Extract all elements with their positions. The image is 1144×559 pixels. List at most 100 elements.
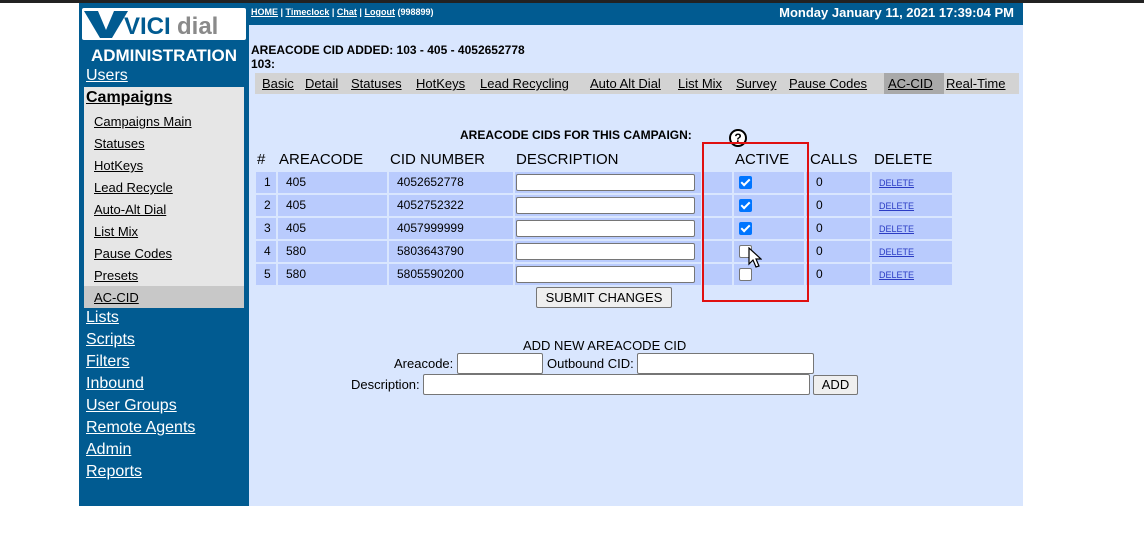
cell-num: 5 — [264, 267, 271, 281]
table-cell: 405 — [278, 172, 387, 193]
table-cell: 580 — [278, 264, 387, 285]
table-cell: 0 — [806, 195, 870, 216]
description-field[interactable] — [516, 174, 695, 191]
submenu-list-mix[interactable]: List Mix — [94, 224, 138, 239]
tab-ac-cid[interactable]: AC-CID — [888, 76, 933, 91]
description-field[interactable] — [516, 243, 695, 260]
tab-real-time[interactable]: Real-Time — [946, 76, 1005, 91]
table-cell: 5 — [256, 264, 276, 285]
tab-auto-alt-dial[interactable]: Auto Alt Dial — [590, 76, 661, 91]
campaign-id-label: 103: — [251, 57, 276, 71]
user-id: (998899) — [397, 7, 434, 17]
status-message: AREACODE CID ADDED: 103 - 405 - 40526527… — [251, 43, 525, 57]
table-cell: 405 — [278, 195, 387, 216]
sidebar-item-user-groups[interactable]: User Groups — [86, 397, 177, 415]
tab-hotkeys[interactable]: HotKeys — [416, 76, 465, 91]
header-links: HOME | Timeclock | Chat | Logout (998899… — [251, 7, 434, 17]
sidebar-item-admin[interactable]: Admin — [86, 441, 131, 459]
outbound-cid-label: Outbound CID: — [547, 356, 634, 371]
column-header-delete: DELETE — [874, 151, 933, 168]
column-header-calls: CALLS — [810, 151, 858, 168]
submenu-ac-cid[interactable]: AC-CID — [94, 290, 139, 305]
cell-num: 3 — [264, 221, 271, 235]
description-input[interactable] — [423, 374, 810, 395]
home-link[interactable]: HOME — [251, 7, 278, 17]
header-datetime: Monday January 11, 2021 17:39:04 PM — [779, 5, 1014, 20]
sidebar-item-scripts[interactable]: Scripts — [86, 331, 135, 349]
delete-link[interactable]: DELETE — [879, 247, 914, 257]
description-field[interactable] — [516, 197, 695, 214]
areacode-label: Areacode: — [394, 356, 454, 371]
table-cell: 5805590200 — [389, 264, 513, 285]
tab-list-mix[interactable]: List Mix — [678, 76, 722, 91]
submenu-auto-alt-dial[interactable]: Auto-Alt Dial — [94, 202, 166, 217]
cell-areacode: 580 — [286, 267, 307, 281]
timeclock-link[interactable]: Timeclock — [286, 7, 330, 17]
submenu-pause-codes[interactable]: Pause Codes — [94, 246, 172, 261]
cell-areacode: 580 — [286, 244, 307, 258]
delete-link[interactable]: DELETE — [879, 270, 914, 280]
svg-text:VICI: VICI — [124, 13, 171, 40]
cell-cid: 5803643790 — [397, 244, 464, 258]
logout-link[interactable]: Logout — [364, 7, 395, 17]
active-column-highlight — [702, 142, 809, 302]
column-header-description: DESCRIPTION — [516, 151, 619, 168]
delete-link[interactable]: DELETE — [879, 201, 914, 211]
submenu-hotkeys[interactable]: HotKeys — [94, 158, 143, 173]
vicidial-logo[interactable]: VICI dial — [82, 8, 246, 40]
sidebar-item-campaigns[interactable]: Campaigns — [86, 89, 172, 107]
submenu-presets[interactable]: Presets — [94, 268, 138, 283]
sidebar-item-users[interactable]: Users — [86, 67, 128, 85]
tab-detail[interactable]: Detail — [305, 76, 338, 91]
tab-lead-recycling[interactable]: Lead Recycling — [480, 76, 569, 91]
description-label: Description: — [351, 377, 420, 392]
table-cell: 4057999999 — [389, 218, 513, 239]
table-cell: 4052752322 — [389, 195, 513, 216]
submenu-statuses[interactable]: Statuses — [94, 136, 145, 151]
outbound-cid-input[interactable] — [637, 353, 814, 374]
mouse-pointer-icon — [748, 247, 762, 268]
cell-num: 1 — [264, 175, 271, 189]
sidebar-item-lists[interactable]: Lists — [86, 309, 119, 327]
add-button[interactable]: ADD — [813, 375, 858, 395]
cell-areacode: 405 — [286, 221, 307, 235]
table-cell: 580 — [278, 241, 387, 262]
submenu-campaigns-main[interactable]: Campaigns Main — [94, 114, 192, 129]
column-header-num: # — [257, 151, 266, 168]
cell-cid: 4057999999 — [397, 221, 464, 235]
cell-num: 4 — [264, 244, 271, 258]
column-header-cid-number: CID NUMBER — [390, 151, 486, 168]
section-title: AREACODE CIDS FOR THIS CAMPAIGN: — [460, 128, 692, 142]
delete-link[interactable]: DELETE — [879, 224, 914, 234]
table-cell: 405 — [278, 218, 387, 239]
add-form-title: ADD NEW AREACODE CID — [523, 338, 687, 353]
administration-title: ADMINISTRATION — [90, 46, 238, 65]
tab-survey[interactable]: Survey — [736, 76, 776, 91]
description-field[interactable] — [516, 266, 695, 283]
sidebar-item-reports[interactable]: Reports — [86, 463, 142, 481]
table-cell: 4052652778 — [389, 172, 513, 193]
table-cell: 0 — [806, 264, 870, 285]
cell-areacode: 405 — [286, 198, 307, 212]
sidebar-item-filters[interactable]: Filters — [86, 353, 130, 371]
submit-changes-button[interactable]: SUBMIT CHANGES — [536, 287, 672, 308]
table-cell: 2 — [256, 195, 276, 216]
table-cell: 0 — [806, 241, 870, 262]
tab-basic[interactable]: Basic — [262, 76, 294, 91]
submenu-lead-recycle[interactable]: Lead Recycle — [94, 180, 173, 195]
table-cell: 5803643790 — [389, 241, 513, 262]
cell-cid: 4052752322 — [397, 198, 464, 212]
tab-pause-codes[interactable]: Pause Codes — [789, 76, 867, 91]
table-cell: 0 — [806, 218, 870, 239]
areacode-input[interactable] — [457, 353, 543, 374]
sidebar-item-inbound[interactable]: Inbound — [86, 375, 144, 393]
table-cell: 3 — [256, 218, 276, 239]
tab-statuses[interactable]: Statuses — [351, 76, 402, 91]
description-field[interactable] — [516, 220, 695, 237]
cell-cid: 5805590200 — [397, 267, 464, 281]
cell-cid: 4052652778 — [397, 175, 464, 189]
delete-link[interactable]: DELETE — [879, 178, 914, 188]
sidebar-item-remote-agents[interactable]: Remote Agents — [86, 419, 195, 437]
table-cell: 0 — [806, 172, 870, 193]
chat-link[interactable]: Chat — [337, 7, 357, 17]
